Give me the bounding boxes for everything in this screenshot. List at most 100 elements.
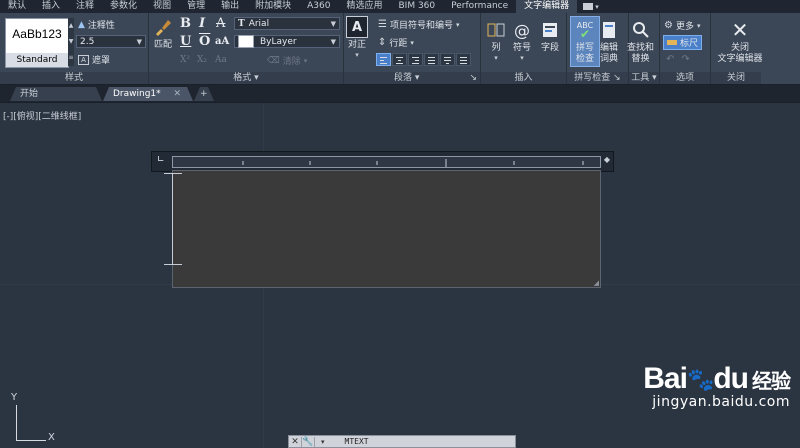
close-icon[interactable]: ✕ [289,436,302,447]
ruler-bar[interactable] [172,156,601,168]
paragraph-options-button[interactable] [456,53,471,66]
doc-tab-start[interactable]: 开始 [10,87,102,101]
distribute-button[interactable] [440,53,455,66]
document-tab-bar: 开始 Drawing1* ✕ + [0,85,800,103]
columns-button[interactable]: 列 ▾ [485,19,507,62]
color-value: ByLayer [238,35,297,48]
eraser-icon: ⌫ [267,55,280,66]
text-cursor [172,173,173,265]
undo-icon[interactable]: ↶ [666,54,674,65]
font-size-icon[interactable]: Aa [215,55,227,65]
change-case-button[interactable]: aA [215,36,229,47]
ribbon-toggle-button[interactable]: ▾ [583,3,599,11]
justify-align-button[interactable] [424,53,439,66]
gallery-expand-icon[interactable]: ≡ [68,50,74,66]
command-prompt: MTEXT [344,437,369,446]
tools-panel: 查找和 替换 工具 ▾ [627,13,660,84]
more-options-button[interactable]: ⚙ 更多 ▾ [664,19,701,32]
command-line[interactable]: ✕ 🔧 ▾ MTEXT [288,435,516,448]
bullets-button[interactable]: ☰ 项目符号和编号 ▾ [378,18,460,31]
subscript-icon[interactable]: X₂ [197,55,207,65]
watermark-logo: Bai🐾du 经验 [643,362,791,396]
chevron-down-icon[interactable]: ▼ [68,34,74,50]
symbol-label: 符号 [512,43,531,53]
close-text-editor-button[interactable]: ✕ 关闭 文字编辑器 [715,18,765,65]
bullets-label: 项目符号和编号 [389,21,453,31]
viewport-controls-label[interactable]: [-][俯视][二维线框] [3,109,81,122]
symbol-button[interactable]: @ 符号 ▾ [511,19,533,63]
italic-button[interactable]: I [199,16,205,31]
tab-stop-icon[interactable]: ∟ [157,155,165,165]
tab-a360[interactable]: A360 [299,0,338,13]
tab-bim360[interactable]: BIM 360 [390,0,443,13]
chevron-down-icon[interactable]: ▾ [652,73,657,83]
chevron-up-icon[interactable]: ▲ [68,18,74,34]
tools-panel-title: 工具 ▾ [629,72,659,84]
chevron-down-icon[interactable]: ▾ [415,73,420,83]
text-cursor-top [164,173,182,174]
line-spacing-button[interactable]: ⇕ 行距 ▾ [378,36,414,49]
dictionary-icon [598,19,620,41]
ruler-toggle-button[interactable]: 标尺 [663,35,703,50]
tab-addins[interactable]: 附加模块 [247,0,299,13]
align-right-button[interactable] [408,53,423,66]
underline-button[interactable]: U [180,34,191,49]
tab-output[interactable]: 输出 [213,0,247,13]
mask-button[interactable]: A 遮罩 [78,53,110,66]
align-left-button[interactable] [376,53,391,66]
tab-parametric[interactable]: 参数化 [102,0,145,13]
chevron-down-icon[interactable]: ▾ [321,438,325,446]
tab-default[interactable]: 默认 [0,0,34,13]
doc-tab-drawing1[interactable]: Drawing1* ✕ [103,87,193,101]
strikethrough-button[interactable]: A [216,16,225,31]
close-icon[interactable]: ✕ [173,87,181,101]
resize-grip-icon[interactable]: ◢ [594,279,599,287]
annotative-label: 注释性 [87,21,115,31]
chevron-down-icon[interactable]: ▾ [254,73,259,83]
columns-label: 列 [491,43,501,53]
ruler-ticks [242,159,584,167]
style-gallery-scroll[interactable]: ▲ ▼ ≡ [68,18,74,66]
mtext-ruler[interactable]: ∟ ◆ [151,151,614,172]
chevron-down-icon: ▼ [330,37,336,46]
find-replace-label: 查找和 替换 [627,43,655,64]
text-height-combo[interactable]: 2.5 ▼ [76,35,146,48]
tab-featured-apps[interactable]: 精选应用 [338,0,390,13]
spell-panel-title: 拼写检查 ↘ [567,72,628,84]
line-spacing-label: 行距 [389,39,408,49]
align-center-button[interactable] [392,53,407,66]
match-properties-button[interactable]: 匹配 [152,16,174,51]
doc-tab-drawing1-label: Drawing1* [113,89,161,99]
tab-insert[interactable]: 插入 [34,0,68,13]
chevron-down-icon: ▾ [303,56,308,65]
new-tab-button[interactable]: + [194,87,214,101]
edit-dictionaries-button[interactable]: 编辑 词典 [598,19,620,65]
style-panel-title: 样式 [0,72,148,84]
find-replace-button[interactable]: 查找和 替换 [627,19,654,65]
tab-annotate[interactable]: 注释 [68,0,102,13]
ruler-resize-handle-icon[interactable]: ◆ [604,155,610,164]
justify-button[interactable]: A 对正 ▾ [346,16,368,59]
mtext-edit-area[interactable]: ◢ [172,170,601,288]
overline-button[interactable]: O [199,34,210,49]
color-combo[interactable]: ByLayer ▼ [234,35,340,48]
tab-text-editor[interactable]: 文字编辑器 [516,0,578,13]
dialog-launcher-icon[interactable]: ↘ [469,72,477,84]
redo-icon[interactable]: ↷ [681,54,689,65]
close-icon: ✕ [731,18,749,42]
field-button[interactable]: 字段 [539,19,561,54]
bold-button[interactable]: B [180,16,191,31]
tab-performance[interactable]: Performance [443,0,516,13]
spell-check-button[interactable]: ABC ✔ 拼写 检查 [570,16,600,67]
wrench-icon[interactable]: 🔧 [302,436,315,447]
tab-manage[interactable]: 管理 [179,0,213,13]
annotative-button[interactable]: ▲ 注释性 [78,18,115,32]
format-title-text: 格式 [233,73,252,83]
tab-view[interactable]: 视图 [145,0,179,13]
font-combo[interactable]: T Arial ▼ [234,17,340,30]
color-name: ByLayer [260,36,297,47]
text-style-preview[interactable]: AaBb123 Standard [5,18,69,68]
dialog-launcher-icon[interactable]: ↘ [613,73,621,83]
superscript-icon[interactable]: X² [180,55,190,65]
clear-format-button[interactable]: ⌫ 清除 ▾ [267,54,308,68]
